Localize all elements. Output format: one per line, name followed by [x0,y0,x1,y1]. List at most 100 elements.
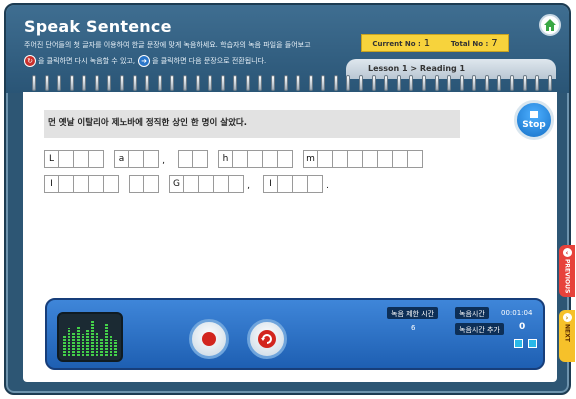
level-bar [109,336,113,356]
spiral-ring [208,75,213,91]
spiral-ring [409,75,414,91]
level-bar [77,326,80,356]
total-label: Total No : [450,39,489,48]
letter-cell[interactable] [184,175,199,193]
spiral-ring [245,75,250,91]
letter-cell[interactable] [214,175,229,193]
current-value: 1 [423,37,431,49]
letter-cell[interactable] [229,175,244,193]
letter-cell[interactable] [74,150,89,168]
add-time-label: 녹음시간 추가 [455,323,504,335]
spiral-ring [497,75,502,91]
spiral-ring [547,75,552,91]
letter-cell[interactable] [199,175,214,193]
letter-cell[interactable] [233,150,248,168]
letter-cell: G [169,175,184,193]
letter-cell: L [44,150,59,168]
spiral-ring [107,75,112,91]
answer-row-2: I G, I. [44,175,332,193]
letter-cell[interactable] [348,150,363,168]
spiral-ring [270,75,275,91]
letter-cell[interactable] [144,175,159,193]
letter-cell: I [263,175,278,193]
spiral-ring [44,75,49,91]
recording-control-bar: 녹음 제한 시간 6 녹음시간 00:01:04 녹음시간 추가 0 [45,298,545,370]
level-bar [95,332,99,356]
letter-cell[interactable] [89,175,104,193]
spiral-ring [535,75,540,91]
record-time-label: 녹음시간 [455,307,489,319]
spiral-ring [220,75,225,91]
spiral-ring [509,75,514,91]
letter-cell[interactable] [59,150,74,168]
add-time-value: 0 [519,322,526,332]
spiral-ring [195,75,200,91]
spiral-ring [384,75,389,91]
rerecord-icon [258,330,276,348]
spiral-ring [182,75,187,91]
level-bar [67,328,71,356]
letter-cell[interactable] [278,150,293,168]
spiral-ring [321,75,326,91]
letter-cell[interactable] [278,175,293,193]
record-icon [202,332,216,346]
letter-cell[interactable] [144,150,159,168]
punctuation: , [162,156,165,166]
arrow-down-icon[interactable] [514,339,523,348]
app-title: Speak Sentence [24,17,172,36]
spiral-ring [82,75,87,91]
letter-cell: a [114,150,129,168]
letter-cell[interactable] [59,175,74,193]
spiral-ring [233,75,238,91]
letter-cell[interactable] [89,150,104,168]
letter-cell[interactable] [129,150,144,168]
instruction-line-2: ↻ 을 클릭하면 다시 녹음할 수 있고, ➜ 을 클릭하면 다음 문장으로 전… [24,55,266,67]
spiral-ring [308,75,313,91]
letter-cell[interactable] [74,175,89,193]
record-button[interactable] [189,319,229,359]
letter-cell[interactable] [248,150,263,168]
previous-icon: ‹ [562,248,572,257]
punctuation: . [326,181,329,191]
app-window: Speak Sentence 주어진 단어들의 첫 글자를 이용하여 한글 문장… [4,3,571,395]
letter-cell[interactable] [318,150,333,168]
record-limit-label: 녹음 제한 시간 [387,307,439,319]
previous-tab[interactable]: ‹ PREVIOUS [559,245,575,297]
spiral-ring [421,75,426,91]
home-button[interactable] [539,14,561,36]
spiral-ring [145,75,150,91]
notebook-spiral [32,75,552,93]
header: Speak Sentence 주어진 단어들의 첫 글자를 이용하여 한글 문장… [6,5,569,93]
letter-cell[interactable] [408,150,423,168]
letter-cell[interactable] [308,175,323,193]
spiral-ring [472,75,477,91]
level-bar [72,332,76,356]
letter-cell: m [303,150,318,168]
spiral-ring [132,75,137,91]
letter-cell[interactable] [363,150,378,168]
rerecord-button[interactable] [247,319,287,359]
current-number: Current No :1 [372,38,430,49]
spiral-ring [296,75,301,91]
spiral-ring [371,75,376,91]
arrow-up-icon[interactable] [528,339,537,348]
letter-cell[interactable] [193,150,208,168]
letter-cell[interactable] [333,150,348,168]
letter-cell: I [44,175,59,193]
level-bar [63,336,66,356]
letter-cell[interactable] [293,175,308,193]
letter-cell [178,150,193,168]
instruction-line-1: 주어진 단어들의 첫 글자를 이용하여 한글 문장에 맞게 녹음하세요. 학습자… [24,41,311,49]
letter-cell[interactable] [378,150,393,168]
next-tab[interactable]: › NEXT [559,310,575,362]
spiral-ring [120,75,125,91]
previous-label: PREVIOUS [563,259,571,294]
letter-cell[interactable] [263,150,278,168]
question-counter: Current No :1 Total No :7 [361,34,509,52]
spiral-ring [346,75,351,91]
letter-cell[interactable] [104,175,119,193]
spiral-ring [434,75,439,91]
stop-button[interactable]: Stop [514,100,554,140]
letter-cell[interactable] [393,150,408,168]
stop-label: Stop [522,119,546,130]
